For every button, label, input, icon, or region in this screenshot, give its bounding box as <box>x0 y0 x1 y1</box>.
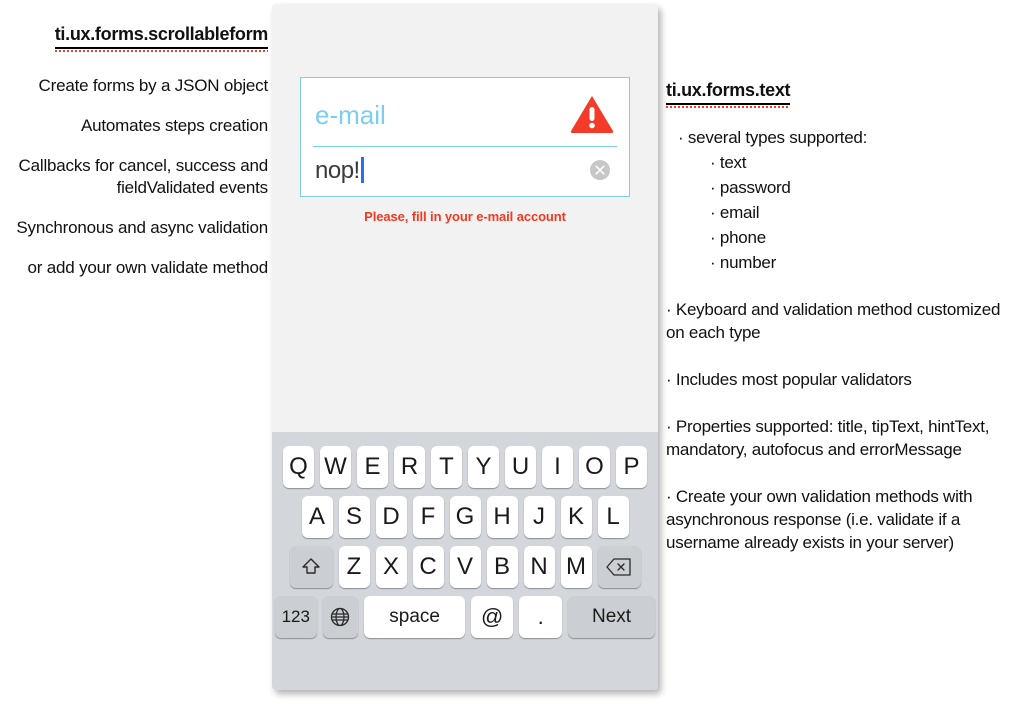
numbers-key[interactable]: 123 <box>275 596 317 638</box>
email-field-value: nop! <box>315 157 360 184</box>
key-b[interactable]: B <box>486 546 518 588</box>
right-annotation-column: ti.ux.forms.text · several types support… <box>666 80 1018 554</box>
key-e[interactable]: E <box>357 446 388 488</box>
formstext-bullet: · email <box>710 203 760 222</box>
period-key[interactable]: . <box>519 596 562 638</box>
key-n[interactable]: N <box>523 546 555 588</box>
key-j[interactable]: J <box>523 496 555 538</box>
formstext-bullet: · number <box>710 253 777 272</box>
space-key[interactable]: space <box>364 596 465 638</box>
field-error-message: Please, fill in your e-mail account <box>364 209 566 224</box>
formstext-heading: ti.ux.forms.text <box>666 80 791 108</box>
left-annotation-column: ti.ux.forms.scrollableform Create forms … <box>0 24 268 279</box>
key-g[interactable]: G <box>449 496 481 538</box>
key-l[interactable]: L <box>597 496 629 538</box>
backspace-icon <box>606 558 631 576</box>
clear-circle-icon[interactable] <box>589 159 611 181</box>
formstext-bullet: · phone <box>710 228 766 247</box>
form-area: e-mail nop! Please, fill in your e-mail … <box>272 4 658 428</box>
key-m[interactable]: M <box>560 546 592 588</box>
field-divider <box>313 146 617 147</box>
formstext-bullet: · password <box>710 178 791 197</box>
scrollableform-feature-line: Create forms by a JSON object <box>38 76 269 95</box>
next-key[interactable]: Next <box>568 596 656 638</box>
email-form-field[interactable]: e-mail nop! <box>300 77 630 197</box>
scrollableform-feature-line: Callbacks for cancel, success and fieldV… <box>18 156 269 197</box>
warning-triangle-icon <box>569 94 615 134</box>
key-s[interactable]: S <box>338 496 370 538</box>
key-f[interactable]: F <box>412 496 444 538</box>
shift-key[interactable] <box>289 546 333 588</box>
key-h[interactable]: H <box>486 496 518 538</box>
scrollableform-heading: ti.ux.forms.scrollableform <box>54 24 268 52</box>
key-d[interactable]: D <box>375 496 407 538</box>
delete-key[interactable] <box>597 546 641 588</box>
key-z[interactable]: Z <box>338 546 370 588</box>
key-t[interactable]: T <box>431 446 462 488</box>
globe-icon[interactable] <box>322 596 359 638</box>
formstext-bullet: · Keyboard and validation method customi… <box>666 300 1001 342</box>
key-k[interactable]: K <box>560 496 592 538</box>
email-field-label: e-mail <box>315 100 386 130</box>
keyboard-row-4: 123 space @ . Next <box>272 596 658 638</box>
on-screen-keyboard[interactable]: Q W E R T Y U I O P A S D F G H J K L Z … <box>272 432 658 690</box>
formstext-bullet: · Create your own validation methods wit… <box>666 487 973 552</box>
text-cursor <box>360 157 364 183</box>
key-x[interactable]: X <box>375 546 407 588</box>
formstext-bullet: · Includes most popular validators <box>666 370 912 389</box>
key-q[interactable]: Q <box>283 446 314 488</box>
scrollableform-feature-line: or add your own validate method <box>27 258 269 277</box>
scrollableform-feature-line: Automates steps creation <box>80 116 268 135</box>
key-v[interactable]: V <box>449 546 481 588</box>
scrollableform-feature-line: Synchronous and async validation <box>16 218 268 237</box>
keyboard-row-1: Q W E R T Y U I O P <box>272 446 658 488</box>
formstext-bullet: · several types supported: <box>678 128 868 147</box>
formstext-bullet: · text <box>710 153 747 172</box>
key-u[interactable]: U <box>505 446 536 488</box>
key-w[interactable]: W <box>320 446 351 488</box>
shift-arrow-icon <box>302 558 320 574</box>
keyboard-row-3: Z X C V B N M <box>272 546 658 588</box>
key-i[interactable]: I <box>542 446 573 488</box>
formstext-bullet: · Properties supported: title, tipText, … <box>666 417 990 459</box>
key-p[interactable]: P <box>616 446 647 488</box>
key-c[interactable]: C <box>412 546 444 588</box>
at-key[interactable]: @ <box>470 596 514 638</box>
key-y[interactable]: Y <box>468 446 499 488</box>
key-a[interactable]: A <box>301 496 333 538</box>
phone-mockup: e-mail nop! Please, fill in your e-mail … <box>272 4 658 690</box>
keyboard-row-2: A S D F G H J K L <box>272 496 658 538</box>
key-o[interactable]: O <box>579 446 610 488</box>
email-value-row[interactable]: nop! <box>315 156 615 192</box>
key-r[interactable]: R <box>394 446 425 488</box>
